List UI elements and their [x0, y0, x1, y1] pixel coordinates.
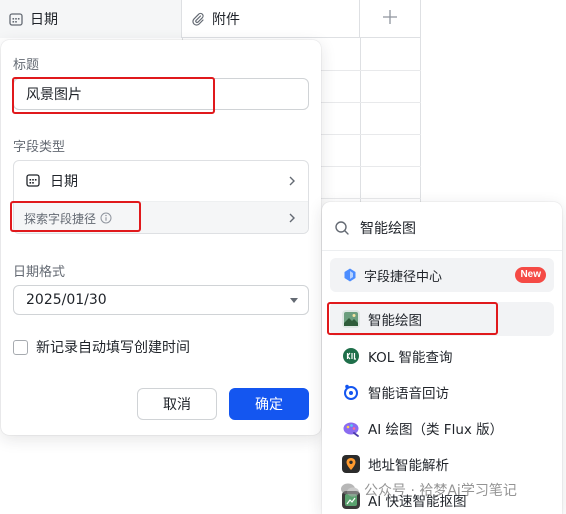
- chevron-right-icon: [286, 175, 298, 187]
- explore-shortcut-label: 探索字段捷径: [24, 211, 97, 226]
- cancel-button[interactable]: 取消: [137, 388, 217, 420]
- column-label-date: 日期: [30, 12, 58, 28]
- auto-fill-label: 新记录自动填写创建时间: [36, 340, 190, 356]
- field-config-dialog: 标题 风景图片 字段类型 日期 探索字段捷径 日期格式 2025/01/30 新…: [1, 40, 321, 435]
- location-icon: [342, 455, 360, 473]
- calendar-icon: [26, 173, 42, 189]
- field-type-select[interactable]: 日期: [14, 161, 308, 201]
- date-format-value: 2025/01/30: [26, 292, 107, 308]
- kol-icon: [342, 347, 360, 365]
- title-label: 标题: [13, 58, 40, 73]
- date-format-label: 日期格式: [13, 265, 66, 280]
- column-header-attachment[interactable]: 附件: [182, 0, 360, 38]
- menu-item-label: 智能语音回访: [368, 386, 449, 402]
- caret-down-icon: [290, 298, 298, 303]
- column-label-attachment: 附件: [212, 12, 240, 28]
- paperclip-icon: [190, 11, 206, 27]
- menu-item-smart-drawing[interactable]: 智能绘图: [330, 302, 554, 336]
- title-input-value: 风景图片: [26, 87, 82, 103]
- auto-fill-checkbox[interactable]: [13, 339, 28, 355]
- title-input[interactable]: 风景图片: [13, 78, 309, 110]
- search-value: 智能绘图: [360, 221, 416, 237]
- chevron-right-icon: [286, 212, 298, 224]
- wechat-icon: [340, 482, 360, 498]
- column-header-date[interactable]: 日期: [0, 0, 182, 38]
- shortcut-search-input[interactable]: 智能绘图: [334, 214, 416, 242]
- menu-item-voice-callback[interactable]: 智能语音回访: [330, 375, 554, 409]
- shortcut-center-label: 字段捷径中心: [364, 269, 443, 285]
- menu-item-address-parse[interactable]: 地址智能解析: [330, 447, 554, 481]
- menu-item-label: 智能绘图: [368, 313, 422, 329]
- shortcut-center-item[interactable]: 字段捷径中心 New: [330, 258, 554, 292]
- confirm-button[interactable]: 确定: [229, 388, 309, 420]
- search-icon: [334, 220, 350, 236]
- field-type-box: 日期 探索字段捷径: [13, 160, 309, 234]
- field-type-value: 日期: [50, 174, 78, 190]
- voice-icon: [342, 383, 360, 401]
- shortcut-center-icon: [342, 267, 358, 283]
- add-column-button[interactable]: [360, 0, 421, 38]
- info-icon: [100, 212, 112, 224]
- menu-item-label: AI 绘图（类 Flux 版）: [368, 422, 504, 438]
- plus-icon: [382, 9, 398, 29]
- date-format-select[interactable]: 2025/01/30: [13, 285, 309, 315]
- field-type-label: 字段类型: [13, 140, 66, 155]
- calendar-icon: [8, 11, 24, 27]
- watermark-text: 公众号 · 袷梦Ai学习笔记: [364, 483, 517, 499]
- menu-item-ai-drawing-flux[interactable]: AI 绘图（类 Flux 版）: [330, 411, 554, 445]
- watermark: 公众号 · 袷梦Ai学习笔记: [340, 480, 517, 500]
- landscape-image-icon: [342, 310, 360, 328]
- menu-divider: [322, 250, 562, 251]
- new-badge: New: [515, 267, 546, 283]
- menu-item-kol-query[interactable]: KOL 智能查询: [330, 339, 554, 373]
- ai-paint-icon: [342, 419, 360, 437]
- auto-fill-option[interactable]: 新记录自动填写创建时间: [13, 337, 190, 357]
- explore-shortcut-row[interactable]: 探索字段捷径: [14, 201, 308, 233]
- menu-item-label: 地址智能解析: [368, 458, 449, 474]
- menu-item-label: KOL 智能查询: [368, 350, 453, 366]
- table-header: 日期 附件: [0, 0, 421, 38]
- shortcut-menu: 智能绘图 字段捷径中心 New 智能绘图 KOL 智能查询 智能语音回访 AI …: [322, 202, 562, 514]
